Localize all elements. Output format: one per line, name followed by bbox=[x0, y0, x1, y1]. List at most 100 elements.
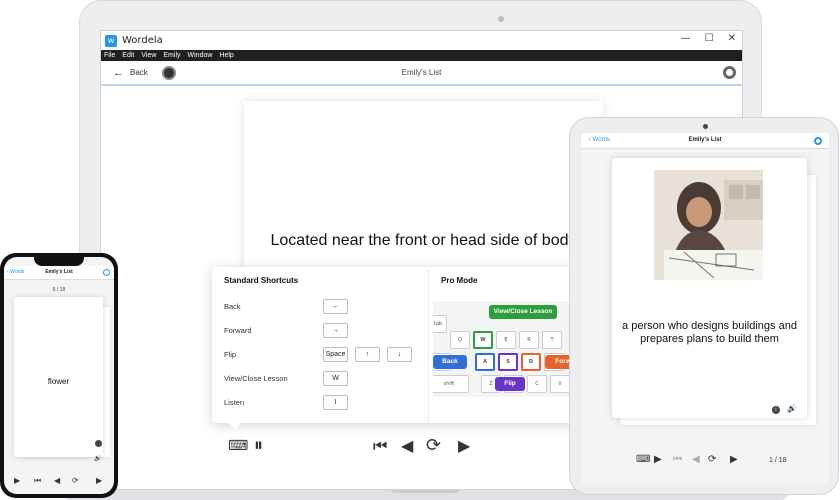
tag-back: Back bbox=[433, 355, 467, 369]
phone-playback-controls: ▶ ⏮ ◀ ⟳ ▶ bbox=[4, 476, 114, 488]
pro-mode-title: Pro Mode bbox=[441, 276, 478, 285]
tablet-list-title: Emily's List bbox=[688, 137, 722, 143]
menu-help[interactable]: Help bbox=[219, 52, 233, 59]
phone-notch bbox=[34, 257, 84, 266]
phone-previous-icon[interactable]: ◀ bbox=[54, 476, 60, 485]
laptop-camera bbox=[498, 16, 504, 22]
phone-settings-gear-icon[interactable] bbox=[103, 269, 110, 276]
kb-key-tab: tab bbox=[433, 315, 447, 333]
tablet-flip-icon[interactable]: ⟳ bbox=[708, 454, 716, 465]
key-space: Space bbox=[323, 347, 348, 362]
flip-card-icon[interactable]: ⟳ bbox=[426, 435, 441, 456]
menu-view[interactable]: View bbox=[141, 52, 156, 59]
close-button[interactable]: ✕ bbox=[728, 33, 736, 44]
architect-illustration bbox=[654, 170, 763, 280]
phone-card-count: 6 / 18 bbox=[52, 287, 66, 293]
title-bar: w Wordela — ☐ ✕ bbox=[101, 31, 742, 50]
menu-file[interactable]: File bbox=[104, 52, 115, 59]
nav-bar: ← Back Emily's List bbox=[101, 61, 742, 86]
kb-key-d: D bbox=[521, 353, 541, 371]
tablet-next-icon[interactable]: ▶ bbox=[730, 454, 738, 465]
key-w: W bbox=[323, 371, 348, 386]
app-title: Wordela bbox=[122, 35, 163, 46]
tablet-skip-start-icon[interactable]: ⏮ bbox=[673, 454, 682, 465]
key-right-arrow: → bbox=[323, 323, 348, 338]
key-up-arrow: ↑ bbox=[355, 347, 380, 362]
architect-photo bbox=[654, 170, 763, 280]
keyboard-icon[interactable]: ⌨ bbox=[228, 438, 248, 454]
phone-flip-icon[interactable]: ⟳ bbox=[72, 476, 79, 485]
previous-card-icon[interactable]: ◀ bbox=[401, 436, 413, 455]
list-title: Emily's List bbox=[401, 68, 442, 77]
flashcard-definition: Located near the front or head side of b… bbox=[270, 232, 577, 249]
phone-skip-start-icon[interactable]: ⏮ bbox=[34, 476, 41, 486]
shortcuts-popover: Standard Shortcuts Back ← Forward → Flip… bbox=[212, 267, 582, 423]
kb-key-c: C bbox=[527, 375, 547, 393]
app-logo-icon: w bbox=[105, 34, 117, 47]
menu-window[interactable]: Window bbox=[188, 52, 213, 59]
key-down-arrow: ↓ bbox=[387, 347, 412, 362]
shortcut-label-view-close: View/Close Lesson bbox=[224, 374, 288, 383]
shortcut-label-flip: Flip bbox=[224, 350, 237, 359]
tablet-definition: a person who designs buildings and prepa… bbox=[622, 320, 797, 345]
pro-mode-panel: Pro Mode tab Q W E R T A S D F shift bbox=[428, 267, 582, 423]
tablet-playback-controls: ⌨ ▶ ⏮ ◀ ⟳ ▶ 1 / 18 bbox=[581, 454, 829, 470]
phone-flashcard[interactable]: flower bbox=[14, 297, 103, 457]
popover-caret bbox=[229, 423, 241, 430]
tablet-nav-bar: ‹ Words Emily's List bbox=[581, 133, 829, 149]
shortcut-label-back: Back bbox=[224, 302, 241, 311]
tablet-speaker-icon[interactable]: 🔊 bbox=[787, 404, 797, 413]
tag-flip: Flip bbox=[495, 377, 525, 391]
shortcut-label-listen: Listen bbox=[224, 398, 245, 407]
standard-shortcuts-panel: Standard Shortcuts Back ← Forward → Flip… bbox=[212, 267, 424, 423]
kb-key-shift: shift bbox=[433, 375, 469, 393]
kb-key-a: A bbox=[475, 353, 495, 371]
back-label: Back bbox=[130, 68, 148, 77]
phone-app-screen: ‹ Words Emily's List 6 / 18 flower 🔊 ▶ ⏮… bbox=[4, 257, 114, 494]
skip-to-start-icon[interactable]: ⏮ bbox=[373, 436, 387, 456]
tablet-card-count: 1 / 18 bbox=[769, 457, 787, 464]
back-button[interactable]: ← Back bbox=[113, 67, 148, 79]
pause-icon[interactable]: ⏸ bbox=[254, 435, 263, 456]
menu-edit[interactable]: Edit bbox=[122, 52, 134, 59]
kb-key-s: S bbox=[498, 353, 518, 371]
phone-speaker-icon[interactable]: 🔊 bbox=[94, 455, 101, 462]
tablet-previous-icon[interactable]: ◀ bbox=[692, 454, 700, 465]
menu-bar: File Edit View Emily Window Help bbox=[101, 50, 742, 61]
tablet-device: ‹ Words Emily's List a person who design… bbox=[569, 117, 839, 495]
standard-shortcuts-title: Standard Shortcuts bbox=[224, 276, 299, 285]
tablet-camera bbox=[703, 124, 708, 129]
tablet-app-screen: ‹ Words Emily's List a person who design… bbox=[581, 133, 829, 484]
key-i: I bbox=[323, 395, 348, 410]
tablet-play-icon[interactable]: ▶ bbox=[654, 454, 662, 465]
kb-key-e: E bbox=[496, 331, 516, 349]
tablet-keyboard-icon[interactable]: ⌨ bbox=[636, 454, 650, 465]
pro-keyboard-illustration: tab Q W E R T A S D F shift Z X C bbox=[433, 301, 579, 397]
kb-key-q: Q bbox=[450, 331, 470, 349]
minimize-button[interactable]: — bbox=[681, 33, 691, 44]
kb-key-t: T bbox=[542, 331, 562, 349]
school-crest-icon bbox=[161, 65, 176, 80]
menu-emily[interactable]: Emily bbox=[163, 52, 180, 59]
back-arrow-icon: ← bbox=[113, 66, 124, 79]
phone-next-icon[interactable]: ▶ bbox=[96, 476, 102, 485]
kb-key-v: V bbox=[550, 375, 570, 393]
tag-view-close-lesson: View/Close Lesson bbox=[489, 305, 557, 319]
kb-key-r: R bbox=[519, 331, 539, 349]
phone-word: flower bbox=[47, 377, 70, 386]
next-card-icon[interactable]: ▶ bbox=[458, 436, 470, 455]
kb-key-w: W bbox=[473, 331, 493, 349]
settings-gear-icon[interactable] bbox=[723, 66, 736, 79]
window-controls: — ☐ ✕ bbox=[681, 33, 736, 44]
tablet-settings-gear-icon[interactable] bbox=[814, 137, 822, 145]
flashcard[interactable]: Located near the front or head side of b… bbox=[244, 101, 603, 291]
maximize-button[interactable]: ☐ bbox=[705, 33, 714, 44]
product-showcase: w Wordela — ☐ ✕ File Edit View Emily Win… bbox=[0, 0, 840, 500]
phone-play-icon[interactable]: ▶ bbox=[14, 476, 20, 485]
shortcut-label-forward: Forward bbox=[224, 326, 252, 335]
tablet-flashcard[interactable]: a person who designs buildings and prepa… bbox=[612, 158, 807, 418]
phone-device: ‹ Words Emily's List 6 / 18 flower 🔊 ▶ ⏮… bbox=[0, 253, 118, 498]
phone-nav-bar: ‹ Words Emily's List bbox=[4, 266, 114, 280]
phone-info-icon[interactable] bbox=[95, 440, 102, 447]
tablet-info-icon[interactable]: i bbox=[772, 406, 780, 414]
